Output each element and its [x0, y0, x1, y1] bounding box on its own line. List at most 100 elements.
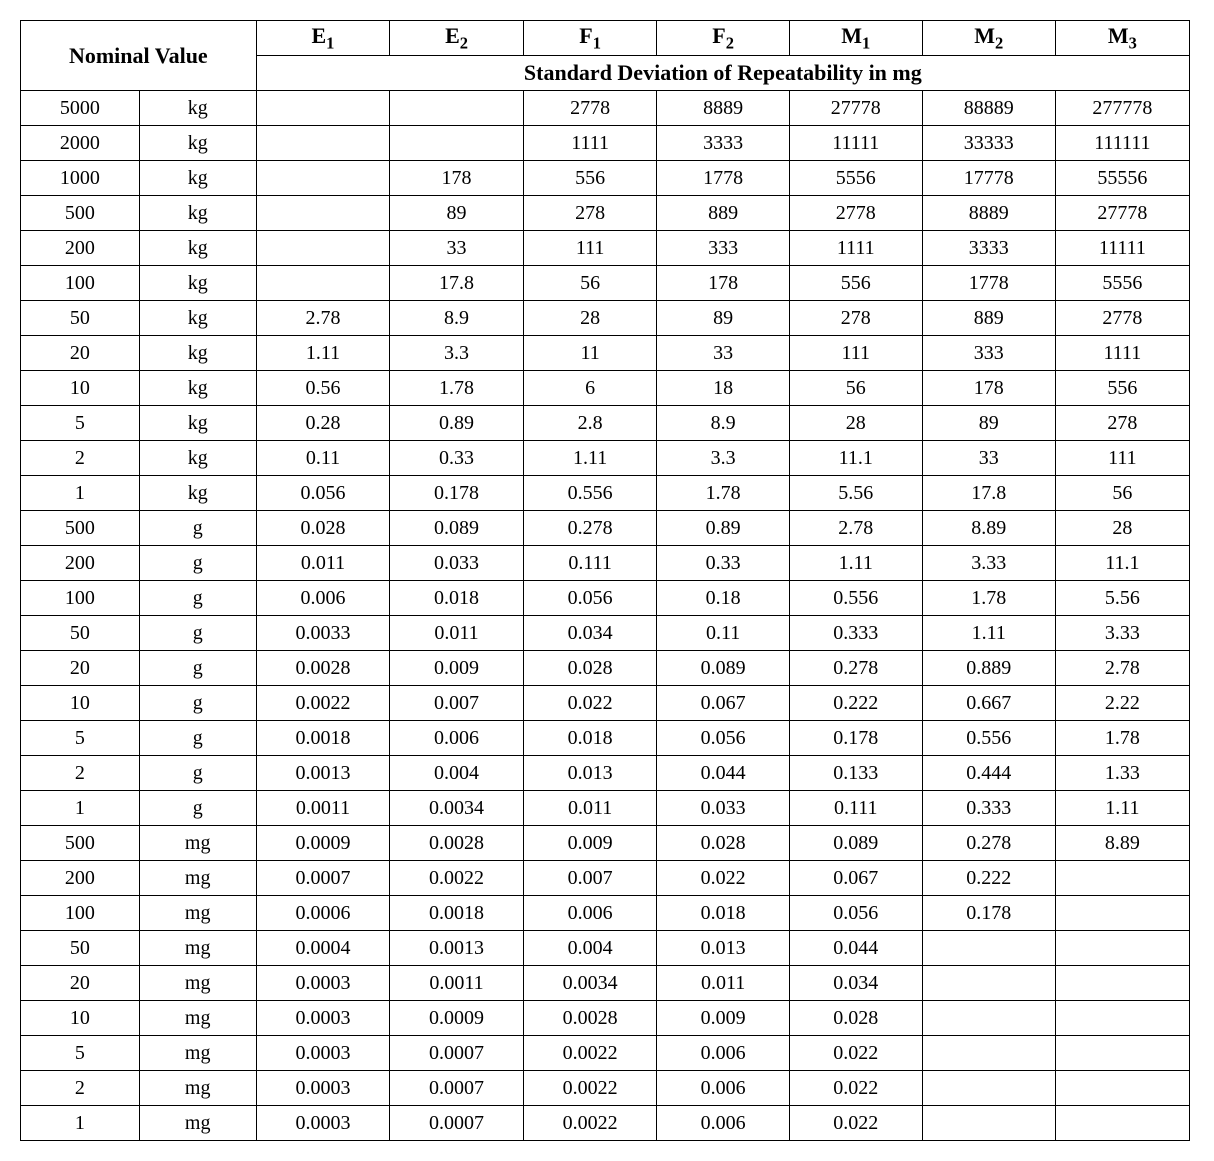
nominal-unit-cell: g [139, 791, 256, 826]
data-cell: 0.0009 [390, 1001, 524, 1036]
data-cell: 0.013 [657, 931, 789, 966]
data-cell: 0.178 [390, 476, 524, 511]
data-cell: 8.89 [1055, 826, 1189, 861]
nominal-value-cell: 100 [21, 266, 140, 301]
data-cell: 556 [523, 161, 657, 196]
data-cell: 89 [922, 406, 1055, 441]
class-base: E [311, 23, 326, 48]
data-cell: 889 [657, 196, 789, 231]
data-cell: 3.33 [922, 546, 1055, 581]
data-cell: 0.056 [789, 896, 922, 931]
data-cell: 0.278 [789, 651, 922, 686]
data-cell: 0.33 [657, 546, 789, 581]
data-cell: 28 [523, 301, 657, 336]
table-row: 2000kg111133331111133333111111 [21, 126, 1190, 161]
data-cell: 5556 [789, 161, 922, 196]
data-cell: 11111 [1055, 231, 1189, 266]
data-cell: 2.8 [523, 406, 657, 441]
data-cell: 0.333 [789, 616, 922, 651]
data-cell: 0.0028 [256, 651, 390, 686]
data-cell: 2778 [789, 196, 922, 231]
data-cell: 556 [1055, 371, 1189, 406]
data-cell: 2.78 [256, 301, 390, 336]
data-cell: 3333 [657, 126, 789, 161]
nominal-unit-cell: kg [139, 301, 256, 336]
nominal-unit-cell: g [139, 756, 256, 791]
data-cell [390, 91, 524, 126]
data-cell: 0.0033 [256, 616, 390, 651]
data-cell: 333 [922, 336, 1055, 371]
data-cell: 0.133 [789, 756, 922, 791]
nominal-unit-cell: mg [139, 1106, 256, 1141]
data-cell [256, 161, 390, 196]
nominal-unit-cell: kg [139, 231, 256, 266]
data-cell: 1778 [922, 266, 1055, 301]
data-cell: 33333 [922, 126, 1055, 161]
data-cell: 2778 [523, 91, 657, 126]
data-cell: 178 [657, 266, 789, 301]
class-header-e1: E1 [256, 21, 390, 56]
nominal-unit-cell: g [139, 581, 256, 616]
data-cell: 0.89 [657, 511, 789, 546]
data-cell: 0.333 [922, 791, 1055, 826]
repeatability-table: Nominal Value E1 E2 F1 F2 M1 M2 M3 [20, 20, 1190, 1141]
nominal-unit-cell: kg [139, 196, 256, 231]
data-cell: 0.556 [523, 476, 657, 511]
data-cell: 0.022 [523, 686, 657, 721]
nominal-value-cell: 1000 [21, 161, 140, 196]
data-cell: 0.011 [523, 791, 657, 826]
nominal-value-cell: 1 [21, 476, 140, 511]
data-cell: 0.028 [256, 511, 390, 546]
data-cell: 178 [922, 371, 1055, 406]
data-cell [1055, 1001, 1189, 1036]
data-cell: 0.0022 [523, 1036, 657, 1071]
data-cell [922, 1106, 1055, 1141]
table-row: 50kg2.788.928892788892778 [21, 301, 1190, 336]
table-row: 5mg0.00030.00070.00220.0060.022 [21, 1036, 1190, 1071]
nominal-unit-cell: mg [139, 966, 256, 1001]
nominal-unit-cell: mg [139, 1071, 256, 1106]
table-row: 5kg0.280.892.88.92889278 [21, 406, 1190, 441]
nominal-value-cell: 1 [21, 791, 140, 826]
data-cell: 0.056 [523, 581, 657, 616]
data-cell [922, 966, 1055, 1001]
nominal-value-cell: 100 [21, 896, 140, 931]
data-cell: 0.111 [523, 546, 657, 581]
data-cell: 0.018 [390, 581, 524, 616]
data-cell: 0.0022 [390, 861, 524, 896]
data-cell: 89 [657, 301, 789, 336]
data-cell: 0.022 [789, 1106, 922, 1141]
data-cell: 0.022 [789, 1036, 922, 1071]
data-cell: 0.0003 [256, 1071, 390, 1106]
data-cell: 33 [657, 336, 789, 371]
subheader: Standard Deviation of Repeatability in m… [256, 56, 1189, 91]
nominal-value-cell: 2000 [21, 126, 140, 161]
data-cell: 0.0011 [256, 791, 390, 826]
data-cell: 0.006 [523, 896, 657, 931]
data-cell: 33 [390, 231, 524, 266]
table-row: 100kg17.85617855617785556 [21, 266, 1190, 301]
nominal-unit-cell: kg [139, 91, 256, 126]
data-cell: 1.78 [390, 371, 524, 406]
data-cell: 0.009 [390, 651, 524, 686]
nominal-value-cell: 50 [21, 616, 140, 651]
data-cell: 0.0013 [390, 931, 524, 966]
data-cell: 0.007 [523, 861, 657, 896]
data-cell: 1111 [789, 231, 922, 266]
nominal-unit-cell: kg [139, 441, 256, 476]
data-cell: 6 [523, 371, 657, 406]
data-cell: 0.667 [922, 686, 1055, 721]
data-cell: 0.034 [523, 616, 657, 651]
nominal-unit-cell: mg [139, 1001, 256, 1036]
class-base: M [1108, 23, 1129, 48]
class-base: M [841, 23, 862, 48]
nominal-value-cell: 500 [21, 826, 140, 861]
nominal-value-cell: 2 [21, 1071, 140, 1106]
table-row: 1g0.00110.00340.0110.0330.1110.3331.11 [21, 791, 1190, 826]
data-cell: 0.013 [523, 756, 657, 791]
data-cell: 8.89 [922, 511, 1055, 546]
data-cell: 56 [523, 266, 657, 301]
data-cell: 1.78 [922, 581, 1055, 616]
class-base: M [974, 23, 995, 48]
data-cell: 0.028 [789, 1001, 922, 1036]
